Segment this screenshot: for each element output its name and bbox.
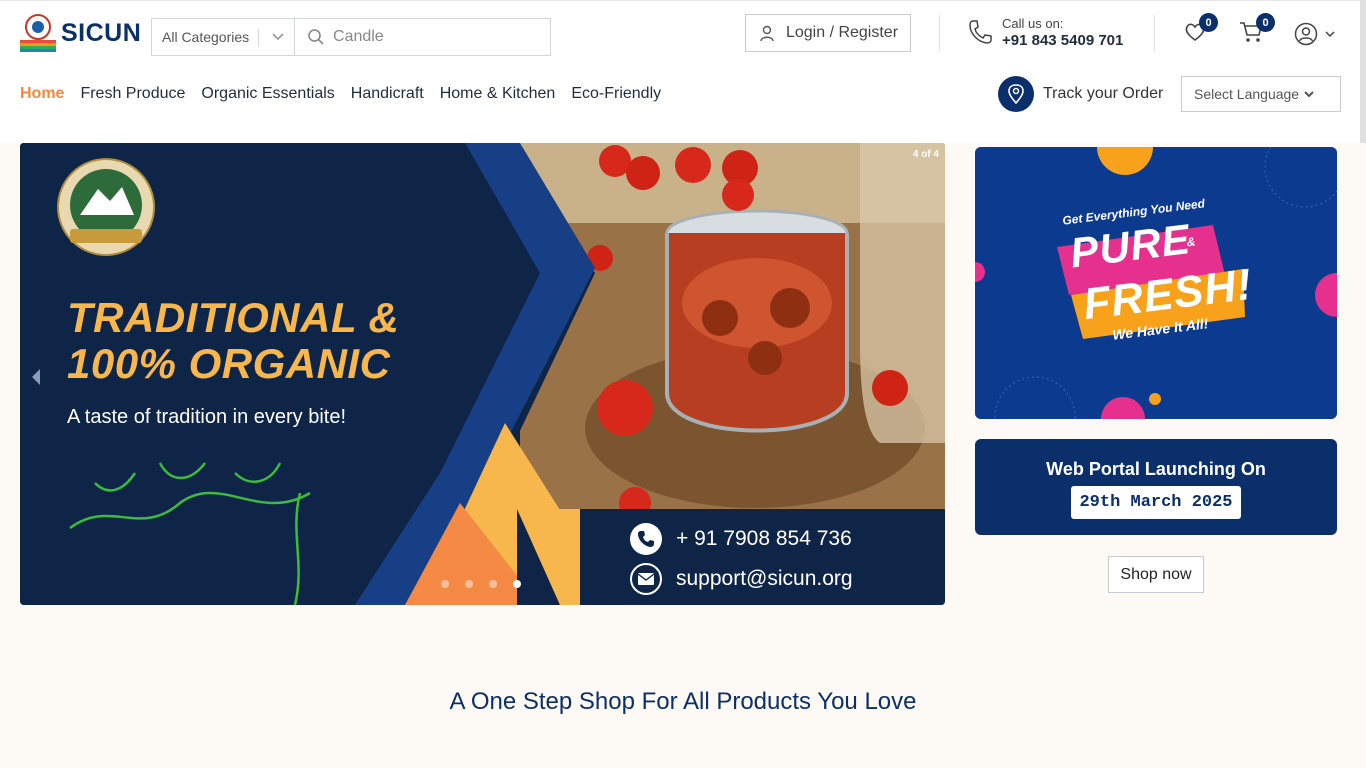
phone-icon xyxy=(630,523,662,555)
header-divider xyxy=(1154,15,1155,51)
login-register-label: Login / Register xyxy=(785,24,899,41)
call-label: Call us on: xyxy=(1002,16,1064,31)
login-register-button[interactable]: Login / Register xyxy=(745,14,911,52)
launch-title: Web Portal Launching On xyxy=(1046,459,1266,479)
user-icon xyxy=(760,25,774,42)
nav-item-home[interactable]: Home xyxy=(20,85,64,103)
track-icon-circle xyxy=(998,76,1034,112)
slide-counter: 4 of 4 xyxy=(912,149,939,160)
hero-title: TRADITIONAL & 100% ORGANIC xyxy=(67,295,399,387)
nav-item-eco-friendly[interactable]: Eco-Friendly xyxy=(571,85,661,103)
nav-item-handicraft[interactable]: Handicraft xyxy=(351,85,424,103)
main-nav: Home Fresh Produce Organic Essentials Ha… xyxy=(20,85,661,103)
sicun-emblem-icon xyxy=(20,14,56,52)
language-select[interactable]: Select Language xyxy=(1181,76,1341,112)
brand-logo[interactable]: SICUN xyxy=(20,13,141,53)
nav-item-home-kitchen[interactable]: Home & Kitchen xyxy=(440,85,556,103)
nav-item-fresh-produce[interactable]: Fresh Produce xyxy=(80,85,185,103)
hero-phone: + 91 7908 854 736 xyxy=(630,523,852,555)
search-input[interactable] xyxy=(333,28,533,46)
phone-icon xyxy=(969,20,992,44)
shop-now-button[interactable]: Shop now xyxy=(1108,556,1204,593)
call-us[interactable]: Call us on: +91 843 5409 701 xyxy=(968,15,1123,49)
wishlist-button[interactable]: 0 xyxy=(1184,13,1218,48)
call-number: +91 843 5409 701 xyxy=(1002,32,1124,49)
category-select-value: All Categories xyxy=(162,29,250,45)
account-menu[interactable] xyxy=(1294,22,1337,46)
mail-icon xyxy=(630,563,662,595)
category-divider xyxy=(258,29,259,47)
carousel-dot-active[interactable] xyxy=(513,580,521,588)
hero-phone-number: + 91 7908 854 736 xyxy=(676,527,852,550)
carousel-dot[interactable] xyxy=(489,580,497,588)
promo-ampersand: & xyxy=(1185,234,1198,250)
carousel-dots xyxy=(441,580,521,588)
chevron-down-icon xyxy=(1325,31,1335,38)
cart-count-badge: 0 xyxy=(1256,13,1275,32)
search-bar: All Categories xyxy=(151,18,551,56)
wishlist-count-badge: 0 xyxy=(1199,13,1218,32)
carousel-dot[interactable] xyxy=(465,580,473,588)
scrollbar[interactable] xyxy=(1360,0,1366,143)
nav-item-organic-essentials[interactable]: Organic Essentials xyxy=(201,85,334,103)
site-header: SICUN All Categories Login / Register Ca… xyxy=(0,0,1366,143)
hero-title-line2: 100% ORGANIC xyxy=(67,340,391,387)
location-icon xyxy=(1008,84,1024,104)
track-order-link[interactable]: Track your Order xyxy=(998,76,1163,112)
search-icon[interactable] xyxy=(307,28,325,46)
header-divider xyxy=(939,15,940,51)
hero-email-address: support@sicun.org xyxy=(676,567,853,590)
chevron-down-icon xyxy=(1304,91,1314,98)
hero-email: support@sicun.org xyxy=(630,563,853,595)
category-select[interactable]: All Categories xyxy=(152,19,295,55)
cart-button[interactable]: 0 xyxy=(1239,13,1275,48)
hero-carousel[interactable]: TRADITIONAL & 100% ORGANIC A taste of tr… xyxy=(20,143,945,605)
carousel-dot[interactable] xyxy=(441,580,449,588)
launch-card: Web Portal Launching On 29th March 2025 xyxy=(975,439,1337,535)
hero-title-line1: TRADITIONAL & xyxy=(67,294,400,341)
brand-name: SICUN xyxy=(61,18,142,47)
account-icon xyxy=(1294,22,1318,46)
section-title: A One Step Shop For All Products You Lov… xyxy=(449,688,917,715)
launch-date: 29th March 2025 xyxy=(1071,486,1241,519)
track-order-label: Track your Order xyxy=(1043,85,1164,102)
chevron-left-icon[interactable] xyxy=(30,368,42,386)
hero-subtitle: A taste of tradition in every bite! xyxy=(67,406,347,428)
search-field xyxy=(295,19,550,55)
chevron-down-icon xyxy=(272,33,284,41)
language-select-label: Select Language xyxy=(1194,86,1300,102)
